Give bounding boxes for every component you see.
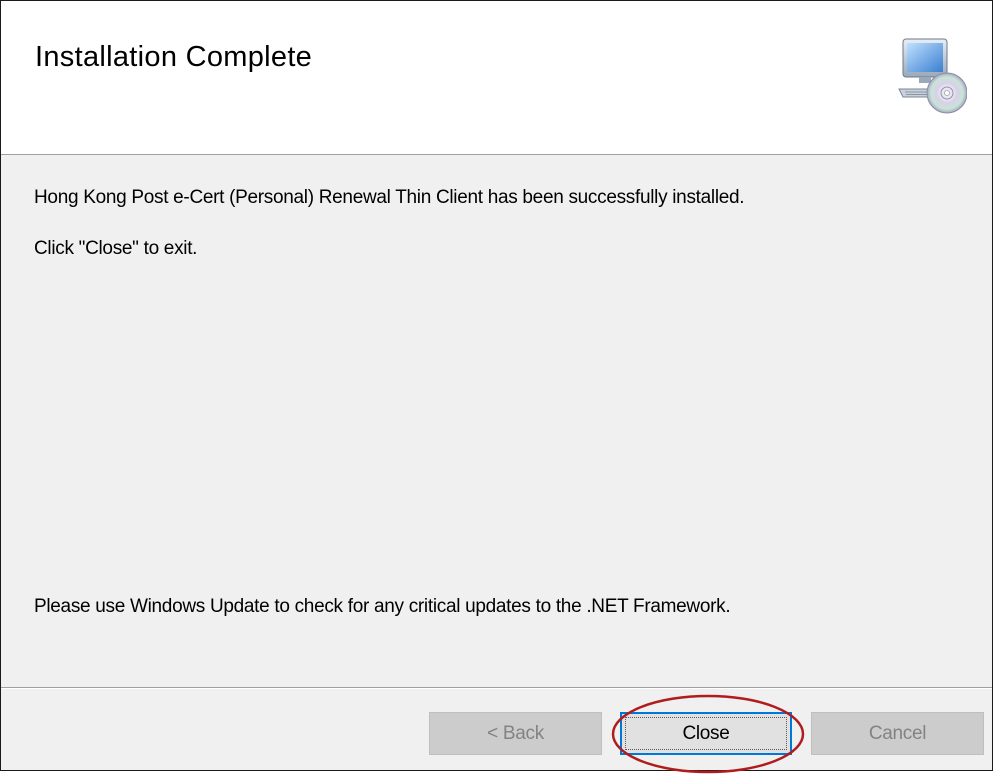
cancel-button-label: Cancel [868,722,927,744]
close-button-label: Close [682,722,730,744]
footer-divider-highlight [1,688,992,689]
back-button[interactable]: < Back [429,712,602,755]
dialog-header: Installation Complete [1,1,992,155]
success-message: Hong Kong Post e-Cert (Personal) Renewal… [34,187,745,208]
exit-instruction: Click "Close" to exit. [34,238,198,259]
page-title: Installation Complete [35,41,313,73]
installer-dialog: Installation Complete Hong Kong Post e-C… [0,0,993,771]
update-note: Please use Windows Update to check for a… [34,596,731,617]
computer-cd-icon [898,38,967,114]
back-button-label: < Back [487,722,544,744]
close-button[interactable]: Close [620,712,792,755]
cancel-button[interactable]: Cancel [811,712,984,755]
